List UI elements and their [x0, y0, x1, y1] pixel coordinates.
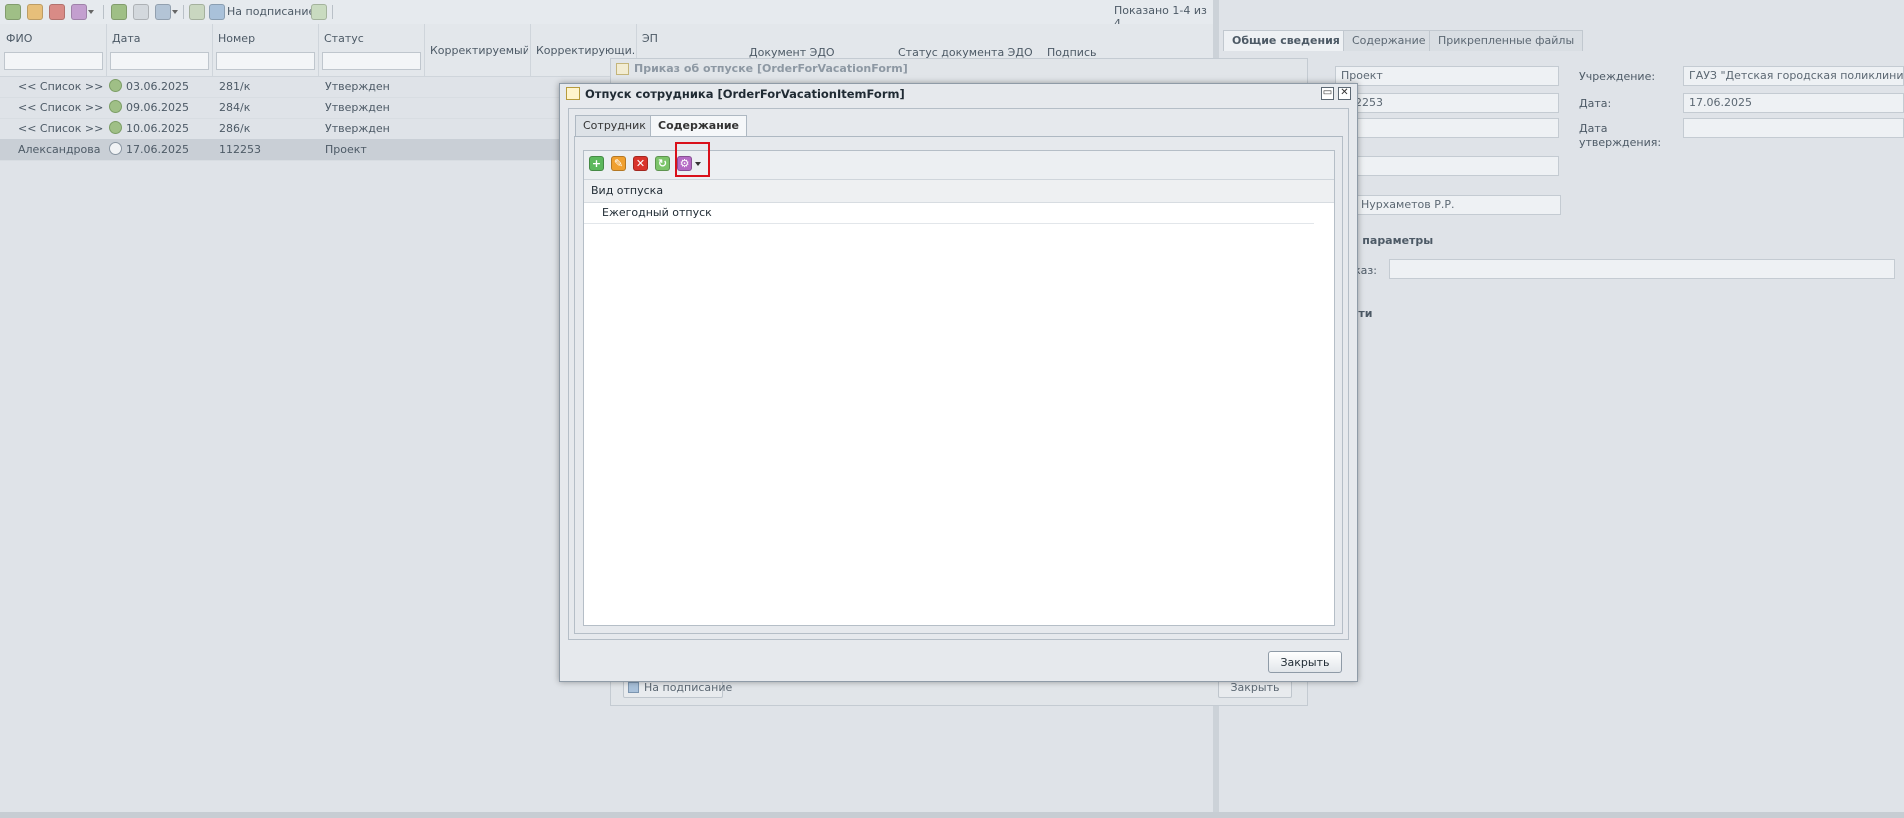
status-filter-select[interactable] [322, 52, 421, 70]
grid-header [584, 180, 1334, 203]
approved-icon [109, 121, 122, 134]
highlight-box [675, 142, 710, 177]
edit-icon[interactable] [27, 4, 43, 20]
approval-date-field[interactable] [1683, 118, 1904, 138]
cell-number: 281/к [219, 80, 251, 93]
grid-toolbar: На подписание Показано 1-4 из 4 [0, 0, 1213, 30]
toolbar-divider [332, 5, 333, 19]
window-icon [616, 63, 629, 75]
order-field[interactable] [1389, 259, 1895, 279]
cell-fio: << Список >> [18, 80, 104, 93]
clock-icon [109, 142, 122, 155]
column-header-date[interactable]: Дата [112, 32, 207, 45]
date-label: Дата: [1579, 97, 1612, 110]
date-filter-input[interactable] [110, 52, 209, 70]
date-field[interactable]: 17.06.2025 [1683, 93, 1904, 113]
chevron-down-icon[interactable] [172, 10, 178, 14]
edit-icon[interactable]: ✎ [611, 156, 626, 171]
chevron-down-icon[interactable] [88, 10, 94, 14]
document-edit-icon [566, 87, 580, 100]
tab-employee[interactable]: Сотрудник [575, 115, 654, 137]
cell-status: Утвержден [325, 122, 390, 135]
column-header-fio[interactable]: ФИО [6, 32, 101, 45]
institution-label: Учреждение: [1579, 70, 1656, 83]
column-divider [318, 24, 319, 76]
toolbar-divider [183, 5, 184, 19]
column-divider [530, 24, 531, 76]
column-header-corrected[interactable]: Корректируемый... [430, 44, 528, 57]
print-icon[interactable] [155, 4, 171, 20]
column-header-signature-ep[interactable]: ЭП [642, 32, 658, 45]
send-to-sign-icon[interactable] [209, 4, 225, 20]
delete-icon[interactable] [49, 4, 65, 20]
cell-fio: << Список >> [18, 101, 104, 114]
cell-status: Проект [325, 143, 367, 156]
column-header-correcting[interactable]: Корректирующи... [536, 44, 634, 57]
maximize-icon[interactable]: ▭ [1321, 87, 1334, 100]
cell-status: Утвержден [325, 101, 390, 114]
tab-attached-files[interactable]: Прикрепленные файлы [1429, 30, 1584, 51]
tab-content[interactable]: Содержание [650, 115, 747, 138]
cell-date: 17.06.2025 [126, 143, 189, 156]
column-divider [424, 24, 425, 76]
status-bar [0, 812, 1904, 818]
column-header-status[interactable]: Статус [324, 32, 419, 45]
approve-icon[interactable] [111, 4, 127, 20]
cell-date: 10.06.2025 [126, 122, 189, 135]
refresh-icon[interactable]: ↻ [655, 156, 670, 171]
cell-fio: Александрова ... [18, 143, 104, 156]
number-field[interactable]: 112253 [1335, 93, 1559, 113]
approved-icon [109, 79, 122, 92]
refresh-icon[interactable] [311, 4, 327, 20]
list-item-label: Ежегодный отпуск [602, 206, 712, 219]
send-to-sign-icon [628, 682, 639, 693]
institution-field[interactable]: ГАУЗ "Детская городская поликлиника [1683, 66, 1904, 86]
cell-number: 112253 [219, 143, 261, 156]
dialog-title: Отпуск сотрудника [OrderForVacationItemF… [585, 87, 905, 101]
fio-filter-input[interactable] [4, 52, 103, 70]
send-to-sign-button[interactable]: На подписание [227, 5, 315, 18]
column-header-vacation-type[interactable]: Вид отпуска [591, 184, 663, 197]
extra-field[interactable] [1335, 156, 1559, 176]
cell-number: 284/к [219, 101, 251, 114]
signer-field[interactable]: Нурхаметов Р.Р. [1355, 195, 1561, 215]
params-section-title: е параметры [1351, 234, 1434, 247]
delete-icon[interactable]: ✕ [633, 156, 648, 171]
number-filter-input[interactable] [216, 52, 315, 70]
cell-status: Утвержден [325, 80, 390, 93]
close-button[interactable]: Закрыть [1268, 651, 1342, 673]
status-field[interactable]: Проект [1335, 66, 1559, 86]
order-window-title: Приказ об отпуске [OrderForVacationForm] [634, 62, 908, 75]
import-icon[interactable] [189, 4, 205, 20]
toolbar-divider [103, 5, 104, 19]
approval-date-label: Дата [1579, 122, 1608, 135]
column-header-number[interactable]: Номер [218, 32, 313, 45]
send-to-sign-label: На подписание [644, 681, 733, 694]
approved-icon [109, 100, 122, 113]
cell-fio: << Список >> [18, 122, 104, 135]
cell-number: 286/к [219, 122, 251, 135]
extra-field[interactable] [1335, 118, 1559, 138]
actions-icon[interactable] [71, 4, 87, 20]
add-icon[interactable] [5, 4, 21, 20]
add-icon[interactable]: + [589, 156, 604, 171]
close-icon[interactable]: ✕ [1338, 87, 1351, 100]
approval-date-label: утверждения: [1579, 136, 1662, 149]
column-divider [106, 24, 107, 76]
column-divider [212, 24, 213, 76]
tab-content[interactable]: Содержание [1343, 30, 1435, 51]
unapprove-icon[interactable] [133, 4, 149, 20]
tab-general[interactable]: Общие сведения [1223, 30, 1349, 51]
cell-date: 03.06.2025 [126, 80, 189, 93]
cell-date: 09.06.2025 [126, 101, 189, 114]
